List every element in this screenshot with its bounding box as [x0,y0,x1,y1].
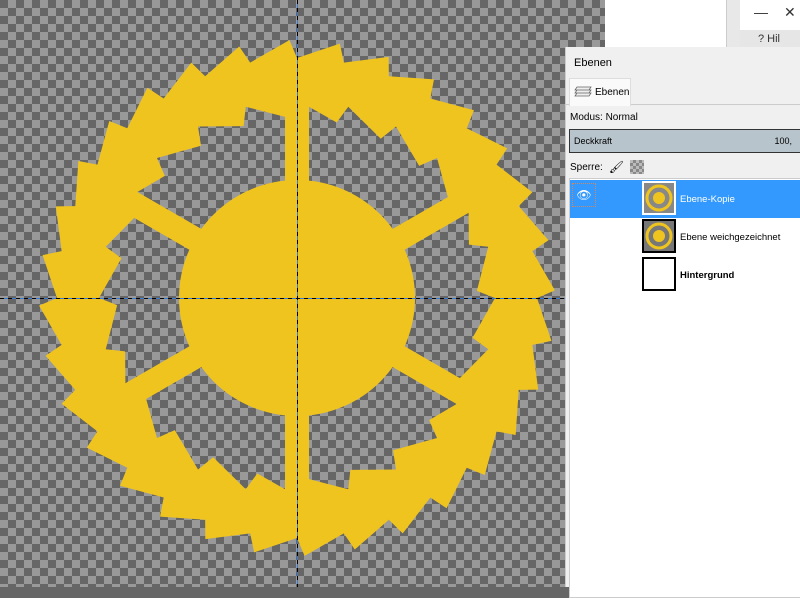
minimize-icon[interactable]: — [754,4,768,20]
lock-row: Sperre: 🖌 [570,160,645,174]
help-menu[interactable]: ? Hil [740,30,800,47]
window-controls: — ✕ [740,0,800,30]
layer-name[interactable]: Hintergrund [680,270,734,281]
tab-label: Ebenen [595,87,630,98]
lock-label: Sperre: [570,161,603,173]
layer-row[interactable]: Hintergrund [570,256,800,294]
paintbrush-icon[interactable]: 🖌 [609,160,624,174]
layer-thumbnail [642,219,676,253]
eye-icon[interactable]: 👁 [572,183,596,207]
layer-row[interactable]: Ebene weichgezeichnet [570,218,800,256]
tab-layers[interactable]: Ebenen [569,78,631,106]
vertical-guide[interactable] [297,0,298,587]
layers-icon [574,86,592,96]
layer-name[interactable]: Ebene weichgezeichnet [680,232,780,243]
alpha-lock-icon[interactable] [630,160,645,174]
layer-thumbnail [642,181,676,215]
tab-bar: Ebenen [566,78,800,106]
image-canvas[interactable] [0,0,605,587]
opacity-label: Deckkraft [574,136,613,146]
horizontal-guide[interactable] [0,298,565,299]
layer-list: 👁 Ebene-Kopie Ebene weichgezeichnet Hint… [569,178,800,598]
gear-image [0,0,605,587]
layer-thumbnail [642,257,676,291]
opacity-value: 100, [774,136,792,146]
opacity-slider[interactable]: Deckkraft 100, [569,129,800,153]
window-scrollbar[interactable] [726,0,740,47]
layer-row[interactable]: 👁 Ebene-Kopie [570,180,800,218]
mode-select[interactable]: Modus: Normal [570,112,638,123]
layers-panel: Ebenen Ebenen Modus: Normal Deckkraft 10… [565,47,800,598]
layer-name[interactable]: Ebene-Kopie [680,194,735,205]
panel-title: Ebenen [574,57,612,69]
close-icon[interactable]: ✕ [784,4,796,21]
